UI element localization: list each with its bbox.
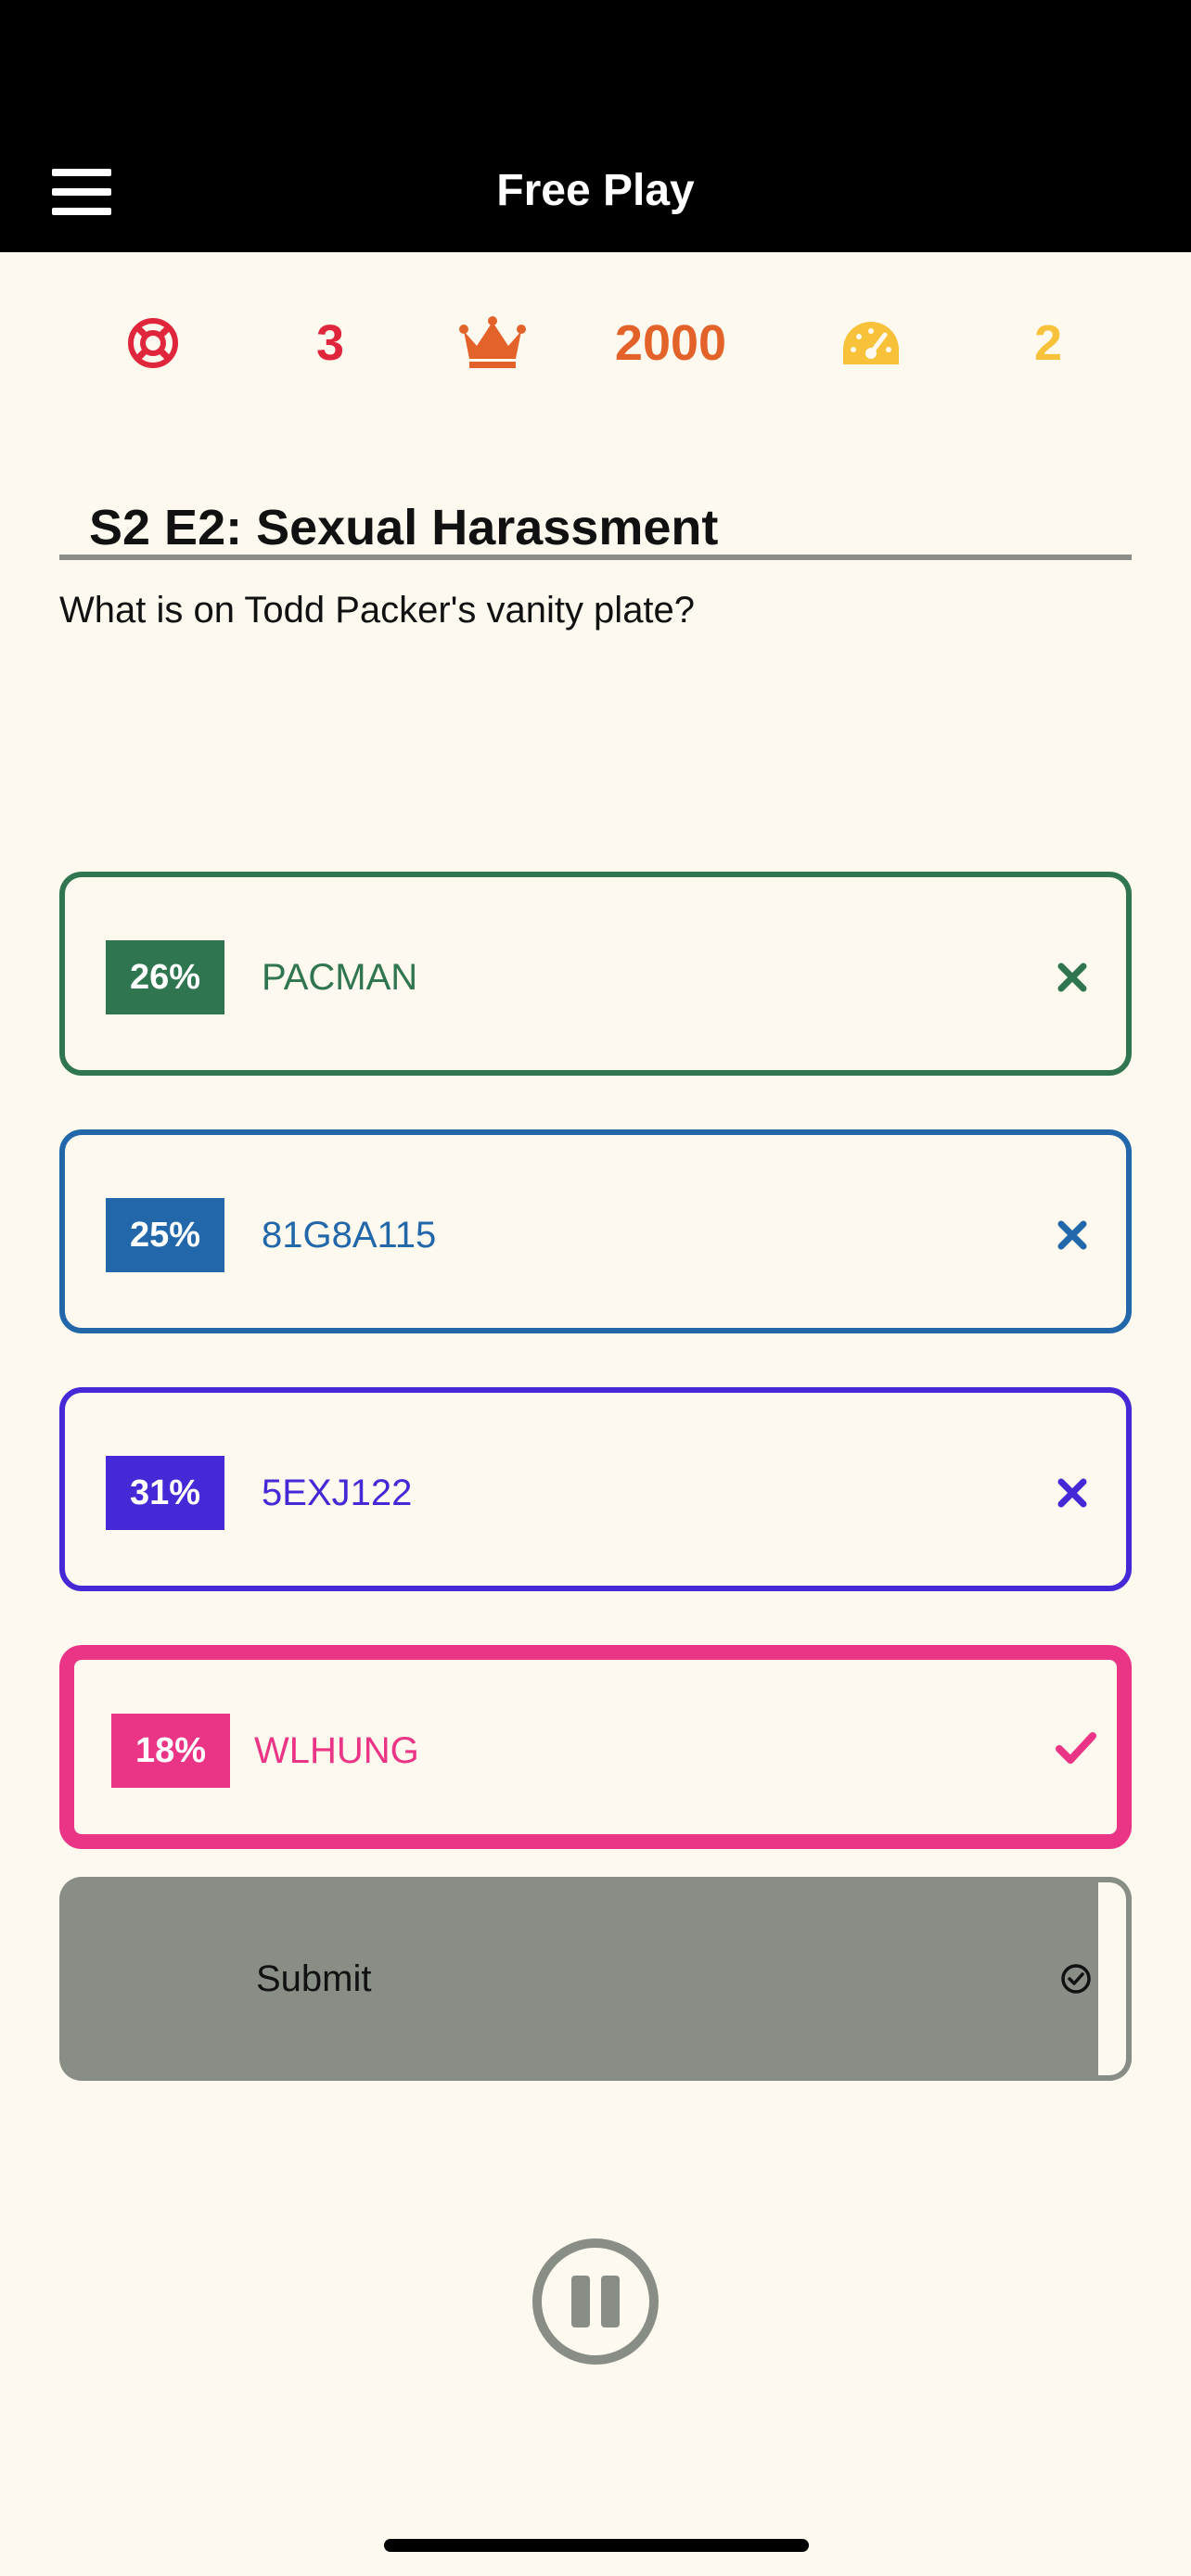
answer-option-4[interactable]: 18% WLHUNG	[59, 1645, 1132, 1849]
question-text: What is on Todd Packer's vanity plate?	[59, 590, 696, 631]
check-icon	[1056, 1732, 1096, 1764]
submit-label: Submit	[256, 1958, 372, 1999]
x-icon	[1057, 1220, 1087, 1250]
episode-title: S2 E2: Sexual Harassment	[89, 500, 719, 555]
score-value: 2000	[614, 315, 727, 371]
screen: Free Play 3 2000 2 S2 E2: Sexual Harassm…	[0, 0, 1191, 2576]
answer-percent-badge: 31%	[106, 1456, 224, 1530]
answer-label: PACMAN	[262, 956, 418, 998]
answer-percent-badge: 18%	[111, 1714, 230, 1788]
crown-icon	[456, 295, 529, 391]
answer-option-1[interactable]: 26% PACMAN	[59, 872, 1132, 1076]
answer-percent-badge: 25%	[106, 1198, 224, 1272]
page-title: Free Play	[496, 166, 695, 215]
answer-label: WLHUNG	[254, 1729, 419, 1771]
x-icon	[1057, 963, 1087, 992]
answer-option-2[interactable]: 25% 81G8A115	[59, 1129, 1132, 1333]
title-divider	[59, 555, 1132, 560]
lifebuoy-icon	[121, 295, 186, 391]
submit-button[interactable]: Submit	[59, 1877, 1132, 2081]
home-indicator	[384, 2539, 809, 2552]
answer-percent-badge: 26%	[106, 940, 224, 1014]
lifelines-count: 3	[315, 315, 345, 371]
stats-bar: 3 2000 2	[0, 295, 1191, 391]
difficulty-value: 2	[1033, 315, 1063, 371]
submit-progress-strip	[1098, 1877, 1132, 2081]
answer-label: 81G8A115	[262, 1214, 437, 1256]
app-header: Free Play	[0, 0, 1191, 252]
speedometer-icon	[837, 295, 905, 391]
pause-icon[interactable]	[531, 2237, 660, 2366]
answer-label: 5EXJ122	[262, 1472, 413, 1513]
check-circle-icon	[1061, 1964, 1091, 1994]
x-icon	[1057, 1478, 1087, 1508]
answer-option-3[interactable]: 31% 5EXJ122	[59, 1387, 1132, 1591]
